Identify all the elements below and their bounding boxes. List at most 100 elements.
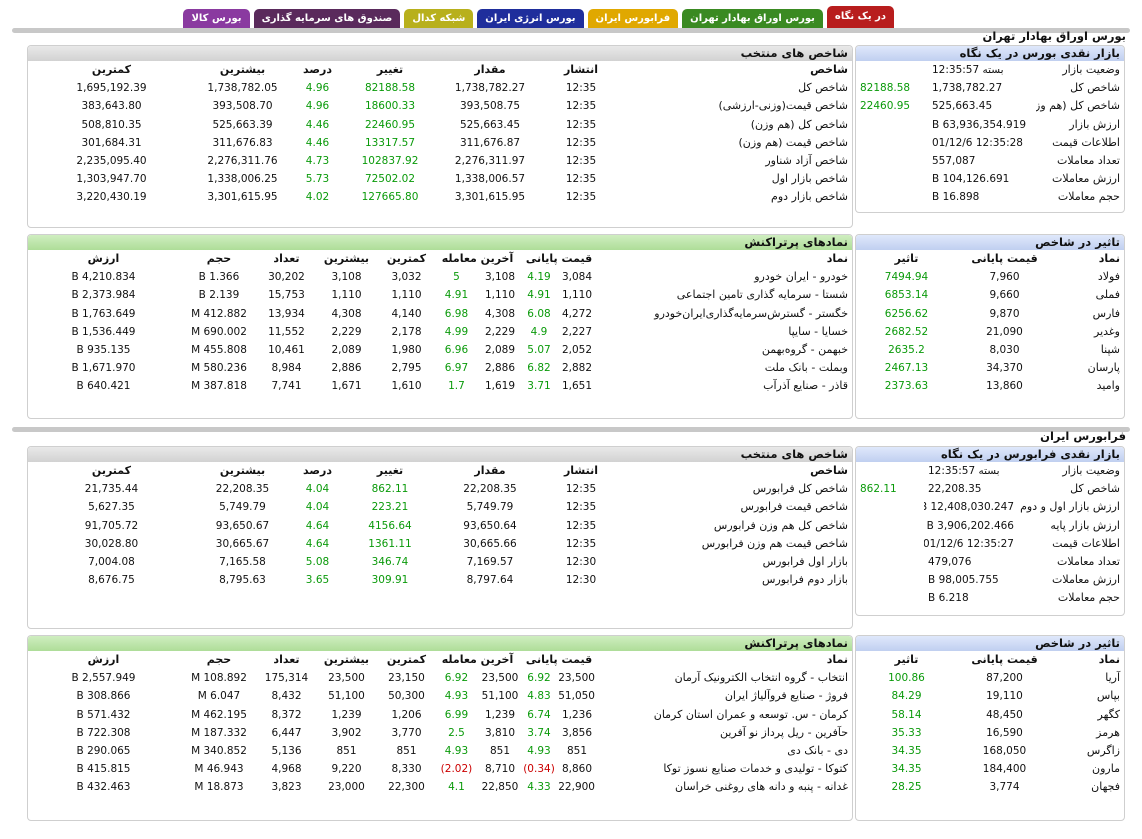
cell: 23,000 [328, 781, 365, 794]
cell: 3.74 [527, 726, 551, 739]
cell: 1,738,782.27 [454, 82, 526, 95]
table-row: خبهمن - گروه‌بهمن 2,052 5.07 2,089 6.96 1,980… [28, 341, 852, 359]
cell: حآفرین - ریل پرداز نو آفرین [719, 725, 848, 739]
cell: 2682.52 [884, 325, 929, 338]
glance-value: 525,663.45 [932, 100, 993, 113]
cell: 127665.80 [361, 191, 419, 204]
column-header: بیشترین [323, 653, 370, 667]
panel-header: بازار نقدی فرابورس در یک نگاه [856, 447, 1124, 462]
cell: 1,110 [331, 289, 362, 302]
glance-row: حجم معاملات 6.218 B [856, 589, 1124, 607]
cell: 12:35 [565, 155, 597, 168]
cell: کگهر [1097, 707, 1120, 721]
table-row: شاخص قیمت (هم وزن) 12:35 311,676.87 13317.5… [28, 134, 852, 152]
cell: 184,400 [982, 763, 1027, 776]
table-row: شاخص بازار اول 12:35 1,338,006.57 72502.02 5… [28, 170, 852, 188]
cell: 462.195 M [191, 708, 247, 721]
cell: 22460.95 [364, 118, 416, 131]
cell: 862.11 [371, 483, 409, 496]
cell: 851 [396, 745, 417, 758]
cell: 308.866 B [76, 690, 131, 703]
header-row: نماد قیمت پایانی تاثیر [856, 250, 1124, 268]
glance-row: وضعیت بازار بسته 12:35:57 [856, 61, 1124, 79]
cell: 5.08 [305, 556, 330, 569]
cell: شاخص کل فرابورس [752, 482, 848, 496]
cell: 851 [489, 745, 510, 758]
cell: 2467.13 [884, 362, 929, 375]
column-header: نماد [1098, 653, 1120, 667]
cell: 1,695,192.39 [76, 82, 147, 95]
table-row: بپاس 19,110 84.29 [856, 687, 1124, 705]
column-header: بیشترین [219, 464, 266, 478]
column-header: تغییر [376, 63, 404, 77]
cell: 455.808 M [191, 344, 247, 357]
cell: 393,508.70 [212, 100, 273, 113]
table-row: شاخص قیمت(وزنی-ارزشی) 12:35 393,508.75 1860… [28, 97, 852, 115]
glance-key: شاخص کل [1070, 482, 1120, 496]
cell: 58.14 [891, 708, 922, 721]
cell: 722.308 B [76, 726, 131, 739]
cell: 35.33 [891, 726, 922, 739]
glance-value: 1,738,782.27 [932, 82, 1003, 95]
cell: شاخص کل هم وزن فرابورس [713, 518, 848, 532]
cell: 6853.14 [884, 289, 929, 302]
tab-3[interactable]: بورس انرژی ایران [477, 9, 584, 28]
tab-2[interactable]: فرابورس ایران [587, 9, 679, 28]
cell: 8,676.75 [88, 574, 135, 587]
cell: 2,886 [484, 362, 516, 375]
header-row: نماد قیمت پایانی آخرین معامله کمترین بیشترین… [28, 651, 852, 669]
glance-value: 104,126.691 B [932, 173, 1010, 186]
cell: 51,050 [558, 690, 595, 703]
table-row: وبملت - بانک ملت 2,882 6.82 2,886 6.97 2,795 2… [28, 359, 852, 377]
cell: 21,090 [986, 325, 1023, 338]
panel-header: تاثیر در شاخص [856, 636, 1124, 651]
cell: شاخص قیمت(وزنی-ارزشی) [718, 99, 848, 113]
tab-5[interactable]: صندوق های سرمایه گذاری [253, 9, 401, 28]
cell: 432.463 B [76, 781, 131, 794]
table-row: وغدیر 21,090 2682.52 [856, 323, 1124, 341]
column-header: تعداد [273, 653, 300, 667]
cell: 12:35 [565, 100, 597, 113]
market-overview-page: در یک نگاه بورس اوراق بهادار تهران فرابورس… [0, 0, 1142, 839]
cell: 34.35 [891, 745, 922, 758]
glance-value: 3,906,202.466 B [926, 519, 1014, 532]
ifb-indices-panel: شاخص های منتخب شاخص انتشار مقدار تغییر درصد ب… [27, 446, 853, 629]
table-row: فولاد 7,960 7494.94 [856, 268, 1124, 286]
cell: 8,795.63 [219, 574, 266, 587]
cell: 13,934 [268, 307, 305, 320]
cell: 12:35 [565, 191, 597, 204]
cell: 3,032 [391, 271, 422, 284]
table-row: فروژ - صنایع فروآلیاژ ایران 51,050 4.83 51,… [28, 687, 852, 705]
cell: 22,300 [388, 781, 425, 794]
tab-1[interactable]: بورس اوراق بهادار تهران [682, 9, 823, 28]
glance-key: وضعیت بازار [1062, 464, 1120, 478]
cell: بازار اول فرابورس [762, 555, 848, 569]
glance-value: 479,076 [928, 556, 972, 569]
cell: فملی [1095, 288, 1120, 302]
glance-key: ارزش معاملات [1052, 172, 1120, 186]
column-header: شاخص [810, 464, 848, 478]
cell: 4.19 [527, 271, 551, 284]
cell: 34.35 [891, 763, 922, 776]
cell: بپاس [1096, 689, 1120, 703]
tab-0[interactable]: در یک نگاه [826, 6, 894, 28]
cell: 580.236 M [191, 362, 247, 375]
cell: 415.815 B [76, 763, 131, 776]
cell: 3,301,615.95 [207, 191, 278, 204]
cell: 22,208.35 [215, 483, 270, 496]
tab-6[interactable]: بورس کالا [183, 9, 250, 28]
column-header: آخرین معامله [441, 653, 514, 667]
cell: 1,206 [391, 708, 422, 721]
cell: 4,308 [484, 307, 516, 320]
cell: 1,338,006.57 [454, 173, 526, 186]
panel-header: بازار نقدی بورس در یک نگاه [856, 46, 1124, 61]
tab-4[interactable]: شبکه کدال [404, 9, 474, 28]
table-row: شاخص آزاد شناور 12:35 2,276,311.97 102837.9… [28, 152, 852, 170]
column-header: انتشار [563, 63, 599, 77]
table-row: پارسان 34,370 2467.13 [856, 359, 1124, 377]
cell: 4.96 [305, 82, 330, 95]
cell: 1,536.449 B [71, 325, 136, 338]
glance-value: 6.218 B [928, 592, 969, 605]
cell: 4.93 [444, 745, 469, 758]
cell: 508,810.35 [81, 118, 142, 131]
